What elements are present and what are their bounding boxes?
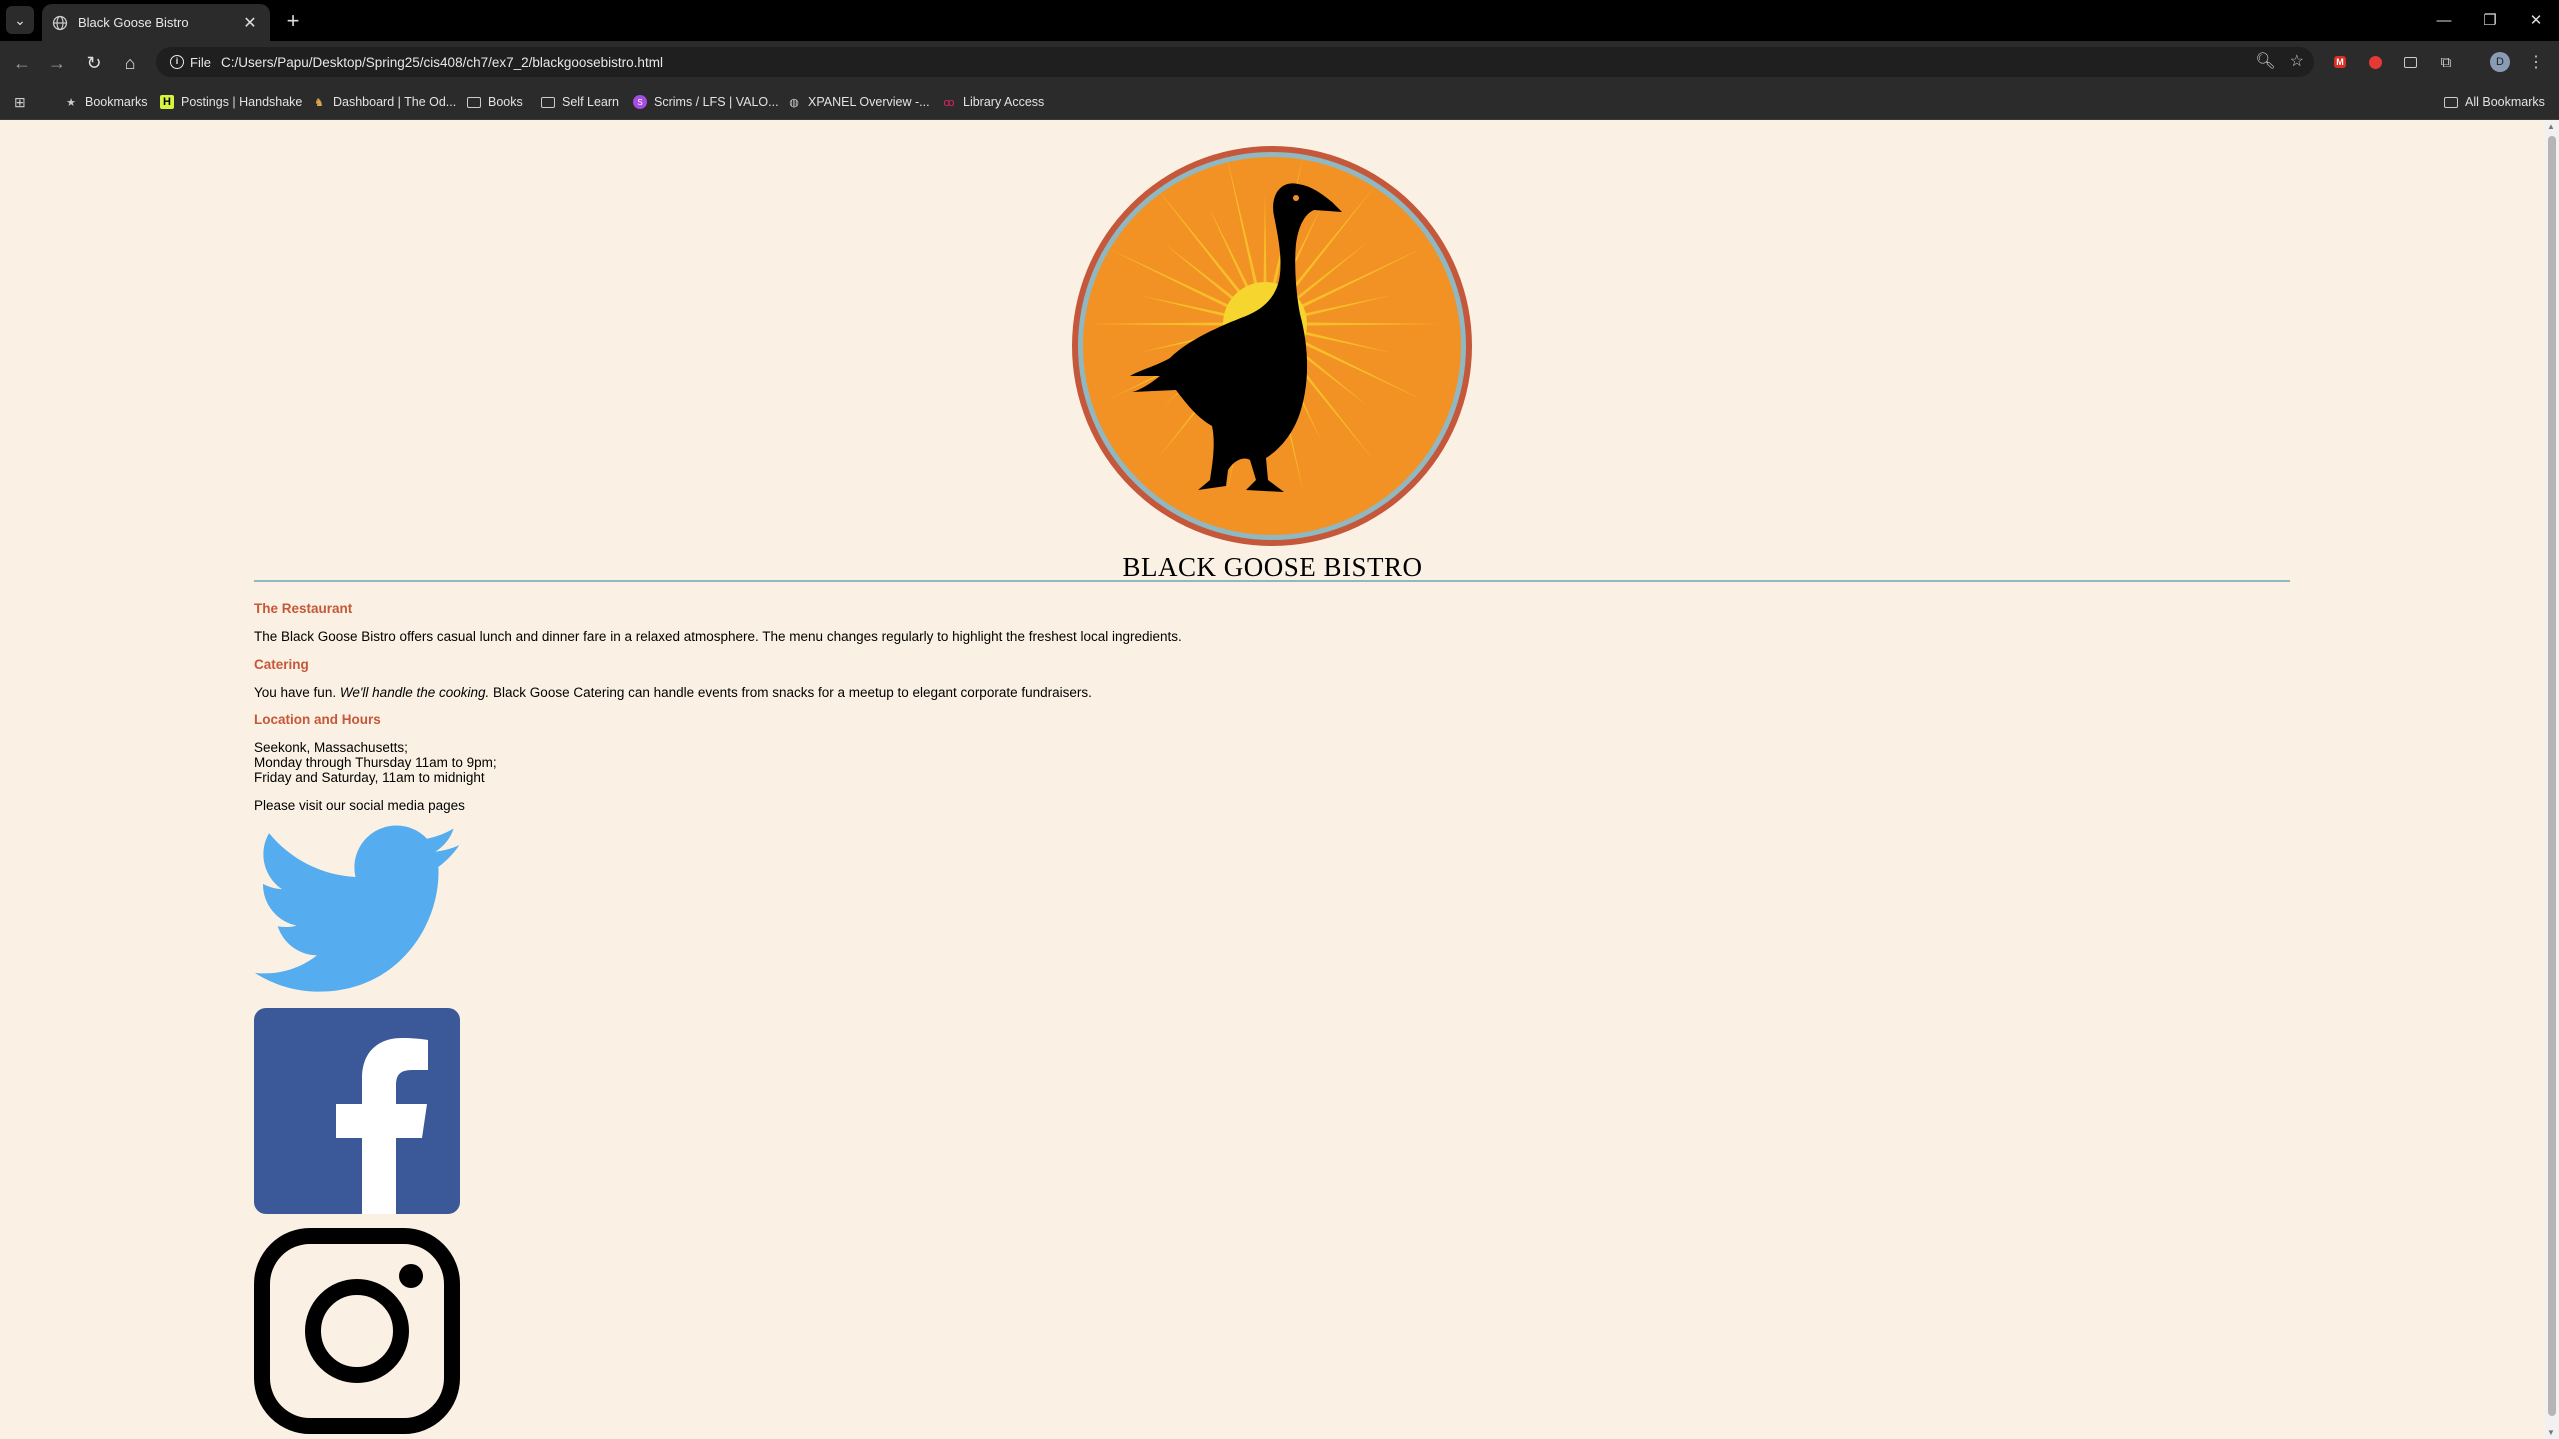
bookmark-item-handshake[interactable]: H Postings | Handshake <box>160 92 302 112</box>
restore-button[interactable]: ❐ <box>2468 6 2512 34</box>
tab-search-button[interactable]: ⌄ <box>6 6 34 34</box>
scrollbar-thumb[interactable] <box>2548 136 2556 1416</box>
folder-icon <box>2444 95 2458 109</box>
reload-button[interactable]: ↻ <box>80 49 108 77</box>
vertical-scrollbar[interactable]: ▲ ▼ <box>2545 120 2559 1439</box>
zoom-icon[interactable]: 🔍︎ <box>2255 51 2275 71</box>
bookmarks-bar: ⊞ ★ Bookmarks H Postings | Handshake ♞ Dash… <box>0 83 2559 120</box>
tab-title: Black Goose Bistro <box>78 15 189 30</box>
url-text[interactable]: C:/Users/Papu/Desktop/Spring25/cis408/ch… <box>221 55 663 70</box>
toolbar: ← → ↻ ⌂ i File C:/Users/Papu/Desktop/Spr… <box>0 41 2559 83</box>
scroll-down-icon[interactable]: ▼ <box>2547 1428 2555 1437</box>
owl-icon: ♞ <box>314 96 324 109</box>
handshake-icon: H <box>160 95 174 109</box>
bookmark-star-icon[interactable]: ☆ <box>2290 51 2304 71</box>
restaurant-heading: The Restaurant <box>254 601 353 616</box>
tab-active[interactable]: Black Goose Bistro ✕ <box>42 4 270 41</box>
bookmark-item-bookmarks[interactable]: ★ Bookmarks <box>64 92 147 112</box>
divider <box>254 580 2290 582</box>
globe-icon: ◍ <box>789 96 799 109</box>
site-title: BLACK GOOSE BISTRO <box>1122 552 1423 582</box>
facebook-icon[interactable] <box>254 1008 460 1214</box>
folder-icon <box>541 95 555 109</box>
extensions-puzzle-icon[interactable]: ⧉ <box>2434 50 2458 74</box>
close-tab-icon[interactable]: ✕ <box>240 13 260 33</box>
page-viewport: BLACK GOOSE BISTRO The Restaurant The Bl… <box>0 120 2545 1439</box>
tab-strip: ⌄ Black Goose Bistro ✕ + — ❐ ✕ <box>0 0 2559 41</box>
library-icon: ꝏ <box>943 96 955 109</box>
location-heading: Location and Hours <box>254 712 381 727</box>
profile-avatar[interactable]: D <box>2488 50 2512 74</box>
location-line-1: Seekonk, Massachusetts; <box>254 740 408 755</box>
extension-red-icon[interactable] <box>2363 50 2387 74</box>
site-info-chip[interactable]: i File <box>164 51 217 73</box>
bookmark-folder-books[interactable]: Books <box>467 92 523 112</box>
twitter-icon[interactable] <box>254 824 460 994</box>
apps-grid-icon[interactable]: ⊞ <box>14 92 26 112</box>
extension-stack-icon[interactable] <box>2398 50 2422 74</box>
restaurant-text: The Black Goose Bistro offers casual lun… <box>254 629 1182 644</box>
home-button[interactable]: ⌂ <box>116 49 144 77</box>
back-button[interactable]: ← <box>8 49 36 77</box>
folder-icon <box>467 95 481 109</box>
scroll-up-icon[interactable]: ▲ <box>2547 122 2555 131</box>
catering-text: You have fun. We'll handle the cooking. … <box>254 685 1092 700</box>
catering-heading: Catering <box>254 657 309 672</box>
social-intro-text: Please visit our social media pages <box>254 798 465 813</box>
all-bookmarks-button[interactable]: All Bookmarks <box>2444 92 2545 112</box>
scrims-icon: S <box>633 95 647 109</box>
bookmark-item-library[interactable]: ꝏ Library Access <box>942 92 1044 112</box>
bookmark-item-dashboard[interactable]: ♞ Dashboard | The Od... <box>312 92 456 112</box>
bookmark-item-scrims[interactable]: S Scrims / LFS | VALO... <box>633 92 779 112</box>
close-window-button[interactable]: ✕ <box>2514 6 2558 34</box>
black-goose-logo <box>1072 146 1472 546</box>
location-hours: Seekonk, Massachusetts; Monday through T… <box>254 740 497 785</box>
url-scheme-label: File <box>190 54 211 70</box>
info-icon: i <box>170 55 184 69</box>
location-line-3: Friday and Saturday, 11am to midnight <box>254 770 485 785</box>
globe-icon <box>52 15 68 30</box>
extension-m-icon[interactable]: M <box>2328 50 2352 74</box>
new-tab-button[interactable]: + <box>280 8 306 34</box>
forward-button[interactable]: → <box>43 49 71 77</box>
bookmark-item-xpanel[interactable]: ◍ XPANEL Overview -... <box>787 92 929 112</box>
location-line-2: Monday through Thursday 11am to 9pm; <box>254 755 497 770</box>
star-icon: ★ <box>66 96 76 109</box>
instagram-icon[interactable] <box>254 1228 460 1434</box>
browser-chrome: ⌄ Black Goose Bistro ✕ + — ❐ ✕ ← → ↻ ⌂ i… <box>0 0 2559 120</box>
address-bar[interactable]: i File C:/Users/Papu/Desktop/Spring25/ci… <box>156 47 2314 77</box>
minimize-button[interactable]: — <box>2422 6 2466 34</box>
menu-kebab-icon[interactable]: ⋮ <box>2524 50 2548 74</box>
bookmark-folder-self-learn[interactable]: Self Learn <box>541 92 619 112</box>
